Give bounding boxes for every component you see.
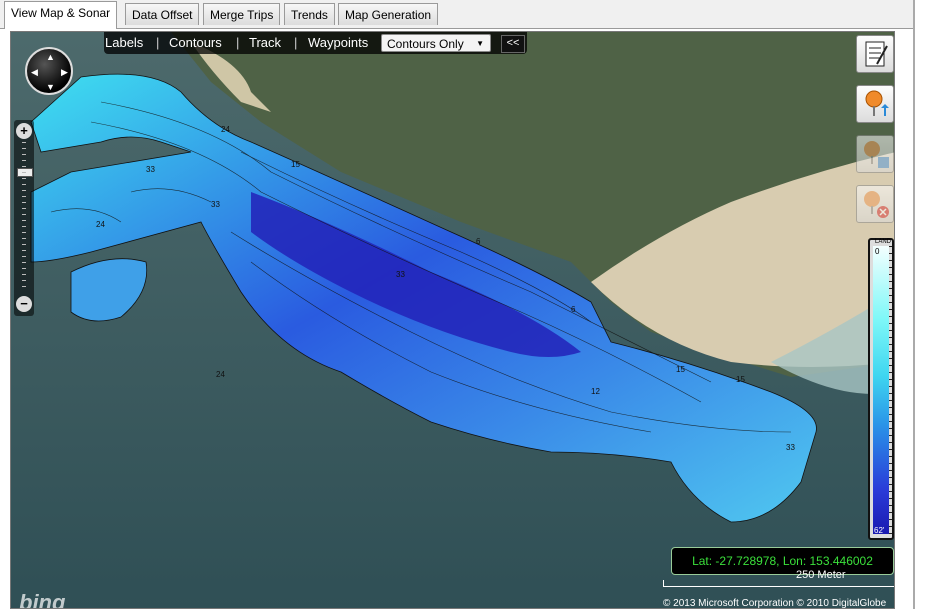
toolbar-separator: | [156, 35, 160, 50]
toolbar-separator: | [294, 35, 298, 50]
map-view[interactable]: 24 33 33 24 15 6 33 24 12 15 33 6 15 Lab… [10, 31, 895, 609]
legend-land-label: LAND [875, 239, 892, 245]
tab-view-map-sonar[interactable]: View Map & Sonar [4, 1, 118, 29]
zoom-track[interactable] [22, 142, 26, 292]
contour-label: 6 [476, 237, 481, 246]
tab-trends[interactable]: Trends [284, 3, 335, 25]
toolbar-separator: | [236, 35, 240, 50]
tab-map-generation[interactable]: Map Generation [338, 3, 439, 25]
contours-toggle[interactable]: Contours [169, 35, 222, 50]
contour-label: 15 [736, 375, 745, 384]
contour-label: 24 [96, 220, 105, 229]
contour-label: 15 [676, 365, 685, 374]
save-waypoint-button[interactable] [856, 135, 894, 173]
legend-max-label: 62' [874, 526, 885, 535]
map-imagery: 24 33 33 24 15 6 33 24 12 15 33 6 15 [11, 32, 894, 608]
pan-compass[interactable]: ▲ ▼ ◀ ▶ [25, 47, 73, 95]
notepad-icon [865, 41, 888, 67]
tab-data-offset[interactable]: Data Offset [125, 3, 200, 25]
contour-label: 33 [786, 443, 795, 452]
depth-legend: LAND 0 62' [868, 238, 894, 540]
scale-bar [663, 580, 894, 587]
contour-label: 33 [211, 200, 220, 209]
depth-color-bar [873, 246, 889, 534]
contour-label: 33 [396, 270, 405, 279]
chevron-down-icon: ▼ [476, 39, 484, 48]
window-scrollbar[interactable] [913, 0, 927, 609]
pan-left-icon[interactable]: ◀ [31, 67, 38, 78]
tab-merge-trips[interactable]: Merge Trips [203, 3, 281, 25]
map-pin-icon [865, 90, 889, 116]
copyright-text: © 2013 Microsoft Corporation © 2010 Digi… [663, 598, 887, 609]
map-mode-value: Contours Only [387, 37, 464, 51]
pan-down-icon[interactable]: ▼ [46, 82, 55, 92]
zoom-out-icon[interactable]: − [16, 296, 32, 312]
contour-label: 12 [591, 387, 600, 396]
pan-up-icon[interactable]: ▲ [46, 52, 55, 62]
pan-right-icon[interactable]: ▶ [61, 67, 68, 78]
add-waypoint-button[interactable] [856, 85, 894, 123]
waypoints-toggle[interactable]: Waypoints [308, 35, 368, 50]
contour-label: 33 [146, 165, 155, 174]
save-pin-icon [864, 141, 889, 168]
coordinates-readout: Lat: -27.728978, Lon: 153.446002 [671, 547, 894, 575]
notepad-tool-button[interactable] [856, 35, 894, 73]
legend-min-label: 0 [875, 247, 880, 256]
delete-pin-icon [864, 191, 889, 218]
delete-waypoint-button[interactable] [856, 185, 894, 223]
contour-label: 6 [571, 305, 576, 314]
legend-ticks [889, 246, 892, 534]
zoom-in-icon[interactable]: + [16, 123, 32, 139]
contour-label: 24 [221, 125, 230, 134]
map-toolbar: Labels | Contours | Track | Waypoints Co… [104, 32, 527, 54]
zoom-control: + − [14, 120, 34, 316]
map-mode-select[interactable]: Contours Only ▼ [381, 34, 491, 52]
labels-toggle[interactable]: Labels [105, 35, 143, 50]
track-toggle[interactable]: Track [249, 35, 281, 50]
tab-bar: View Map & Sonar Data Offset Merge Trips… [0, 0, 927, 29]
collapse-toolbar-button[interactable]: << [501, 35, 525, 53]
contour-label: 15 [291, 160, 300, 169]
bing-logo: bing [19, 590, 66, 609]
contour-label: 24 [216, 370, 225, 379]
